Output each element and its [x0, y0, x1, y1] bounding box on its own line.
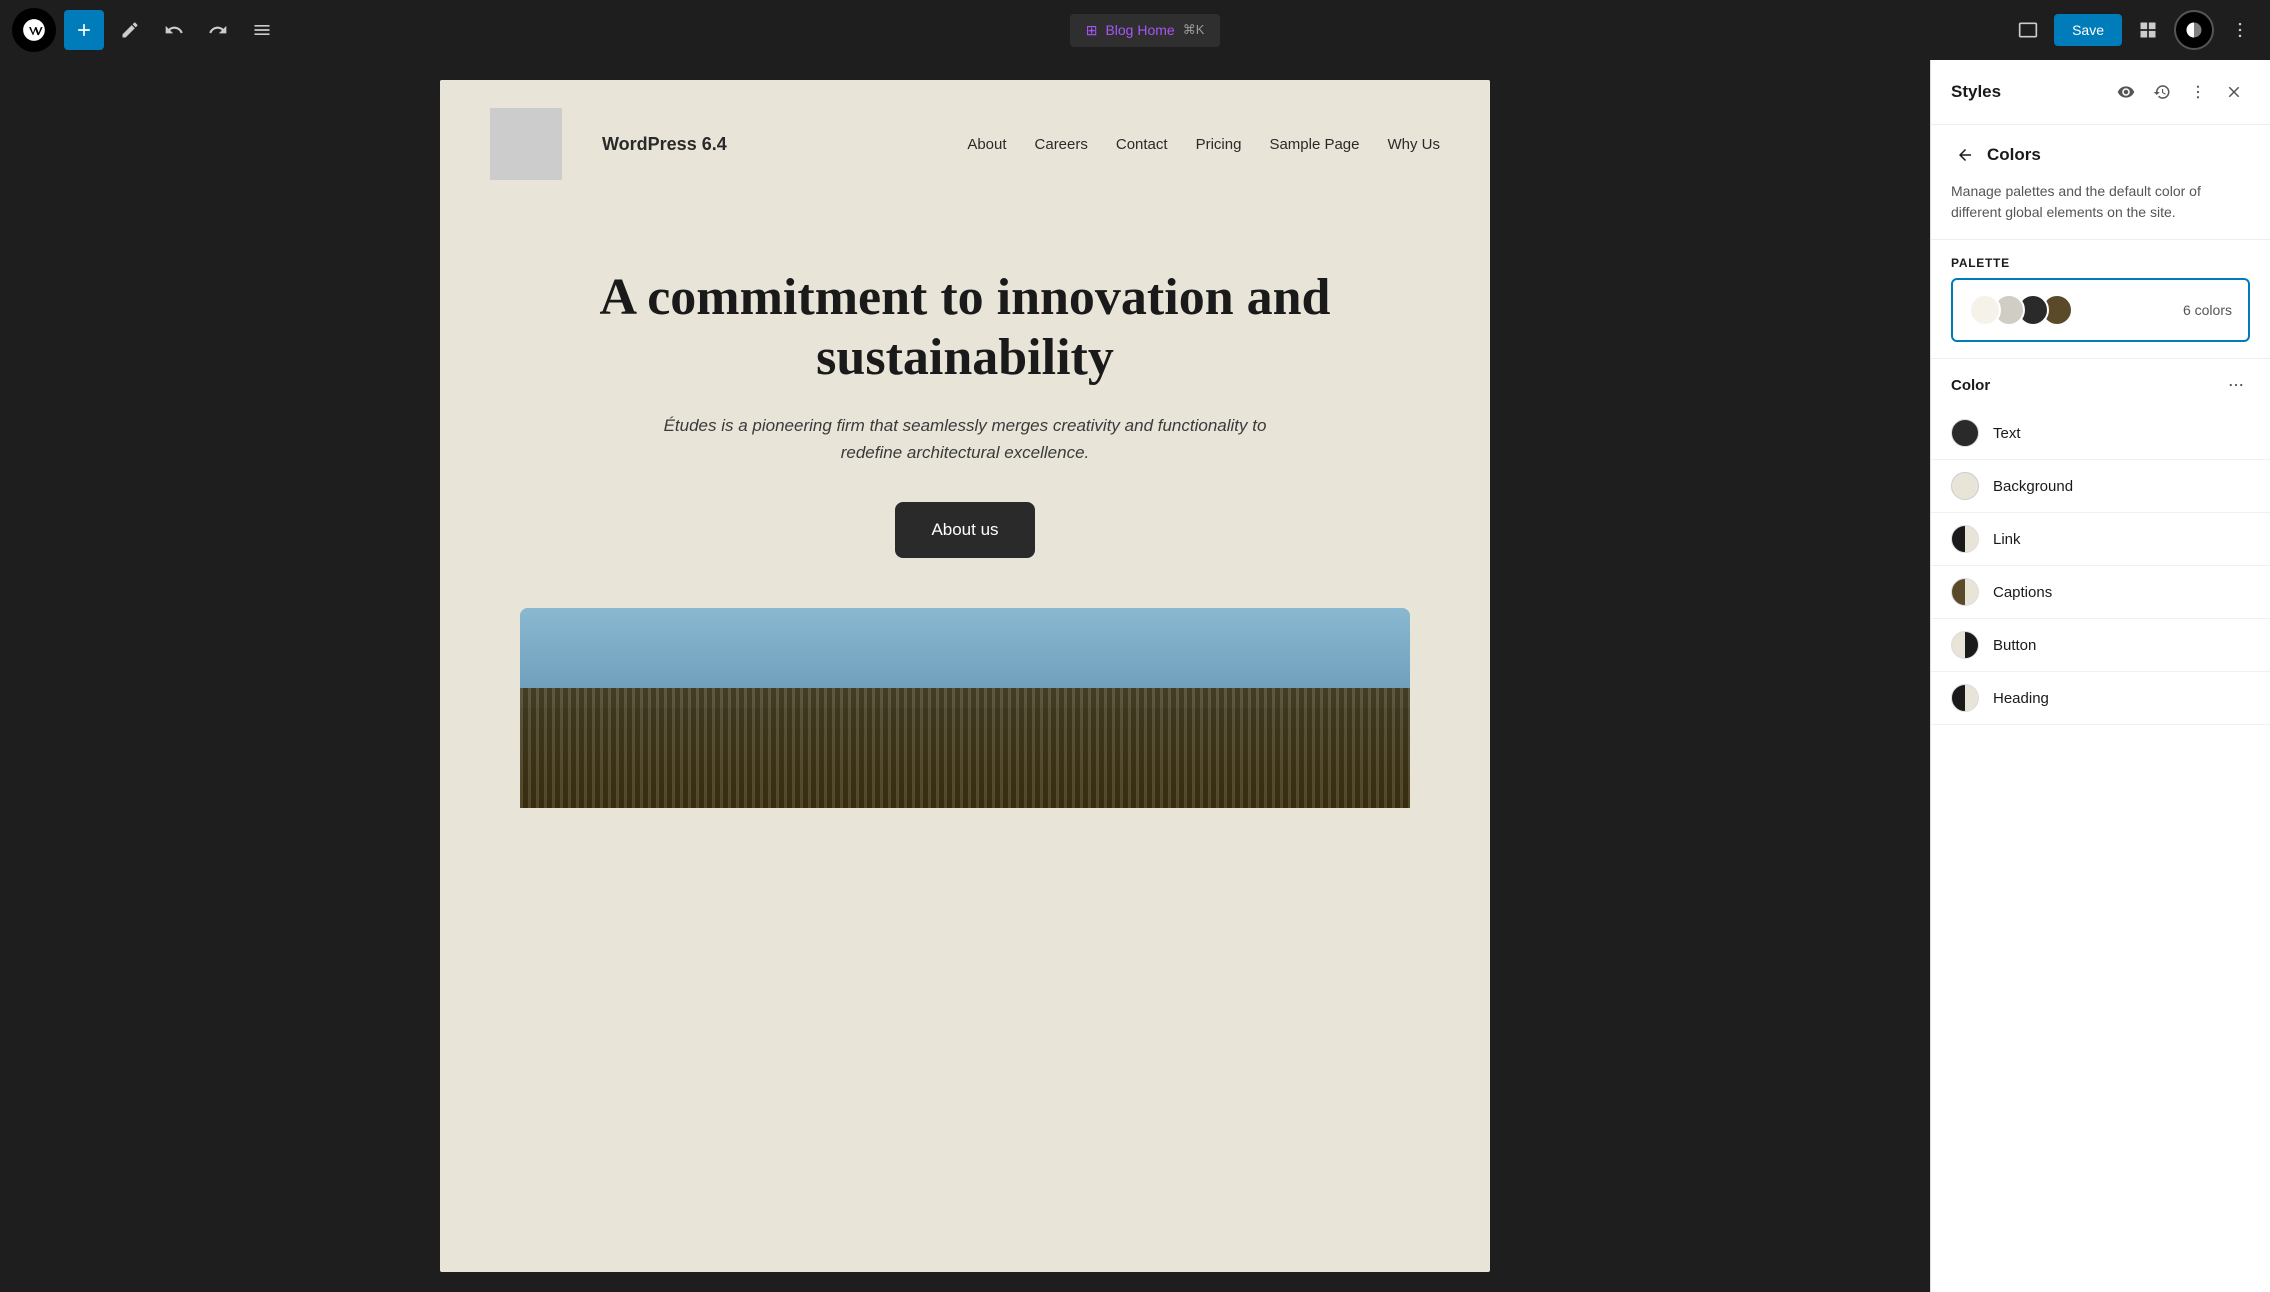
title-area: ⊞ Blog Home ⌘K [288, 14, 2002, 47]
palette-swatch-1 [1969, 294, 2001, 326]
nav-careers[interactable]: Careers [1035, 136, 1088, 153]
nav-about[interactable]: About [967, 136, 1006, 153]
wp-logo[interactable] [12, 8, 56, 52]
color-item-heading[interactable]: Heading [1931, 672, 2270, 725]
color-section-more-button[interactable] [2222, 371, 2250, 399]
hero-section: A commitment to innovation and sustainab… [440, 208, 1490, 608]
site-name: WordPress 6.4 [602, 134, 727, 155]
hero-title: A commitment to innovation and sustainab… [520, 268, 1410, 388]
color-dot-button [1951, 631, 1979, 659]
color-item-captions[interactable]: Captions [1931, 566, 2270, 619]
color-dot-captions [1951, 578, 1979, 606]
page-name-label: Blog Home [1105, 22, 1174, 38]
redo-button[interactable] [200, 12, 236, 48]
color-label-captions: Captions [1993, 584, 2052, 601]
site-nav: About Careers Contact Pricing Sample Pag… [967, 136, 1440, 153]
palette-section-header: PALETTE [1931, 240, 2270, 278]
canvas-frame: WordPress 6.4 About Careers Contact Pric… [440, 80, 1490, 1272]
architecture-image [520, 608, 1410, 808]
panel-title: Styles [1951, 82, 2102, 102]
nav-sample-page[interactable]: Sample Page [1269, 136, 1359, 153]
save-button[interactable]: Save [2054, 14, 2122, 46]
list-view-button[interactable] [244, 12, 280, 48]
preview-button[interactable] [2010, 12, 2046, 48]
color-section-label: Color [1951, 377, 2222, 394]
color-dot-background [1951, 472, 1979, 500]
tool-pencil-button[interactable] [112, 12, 148, 48]
image-building-bars [520, 688, 1410, 808]
color-label-button: Button [1993, 637, 2036, 654]
page-icon: ⊞ [1086, 22, 1098, 39]
panel-eye-button[interactable] [2110, 76, 2142, 108]
panel-subheader: Colors [1931, 125, 2270, 181]
toolbar: ⊞ Blog Home ⌘K Save [0, 0, 2270, 60]
color-label-link: Link [1993, 531, 2021, 548]
color-label-background: Background [1993, 478, 2073, 495]
toolbar-right: Save [2010, 10, 2258, 50]
color-item-button[interactable]: Button [1931, 619, 2270, 672]
panel-more-button[interactable] [2182, 76, 2214, 108]
color-label-heading: Heading [1993, 690, 2049, 707]
color-item-link[interactable]: Link [1931, 513, 2270, 566]
panel-history-button[interactable] [2146, 76, 2178, 108]
site-logo [490, 108, 562, 180]
palette-swatches [1969, 294, 2065, 326]
undo-button[interactable] [156, 12, 192, 48]
palette-count: 6 colors [2183, 302, 2232, 318]
panel-description: Manage palettes and the default color of… [1931, 181, 2270, 240]
nav-pricing[interactable]: Pricing [1196, 136, 1242, 153]
keyboard-shortcut: ⌘K [1183, 22, 1205, 38]
styles-panel: Styles [1930, 60, 2270, 1292]
styles-button[interactable] [2174, 10, 2214, 50]
panel-close-button[interactable] [2218, 76, 2250, 108]
nav-contact[interactable]: Contact [1116, 136, 1168, 153]
hero-subtitle: Études is a pioneering firm that seamles… [655, 412, 1275, 466]
layout-button[interactable] [2130, 12, 2166, 48]
main-layout: WordPress 6.4 About Careers Contact Pric… [0, 60, 2270, 1292]
color-item-background[interactable]: Background [1931, 460, 2270, 513]
panel-back-button[interactable] [1951, 141, 1979, 169]
color-section-header: Color [1931, 358, 2270, 407]
about-us-button[interactable]: About us [895, 502, 1034, 558]
add-block-button[interactable] [64, 10, 104, 50]
panel-header-icons [2110, 76, 2250, 108]
panel-body: Colors Manage palettes and the default c… [1931, 125, 2270, 1292]
page-title-pill[interactable]: ⊞ Blog Home ⌘K [1070, 14, 1221, 47]
color-dot-text [1951, 419, 1979, 447]
nav-why-us[interactable]: Why Us [1388, 136, 1441, 153]
color-dot-heading [1951, 684, 1979, 712]
color-dot-link [1951, 525, 1979, 553]
panel-header: Styles [1931, 60, 2270, 125]
palette-selector[interactable]: 6 colors [1951, 278, 2250, 342]
site-header: WordPress 6.4 About Careers Contact Pric… [440, 80, 1490, 208]
canvas-area: WordPress 6.4 About Careers Contact Pric… [0, 60, 1930, 1292]
panel-subtitle: Colors [1987, 145, 2041, 165]
color-item-text[interactable]: Text [1931, 407, 2270, 460]
more-options-button[interactable] [2222, 12, 2258, 48]
color-label-text: Text [1993, 425, 2021, 442]
